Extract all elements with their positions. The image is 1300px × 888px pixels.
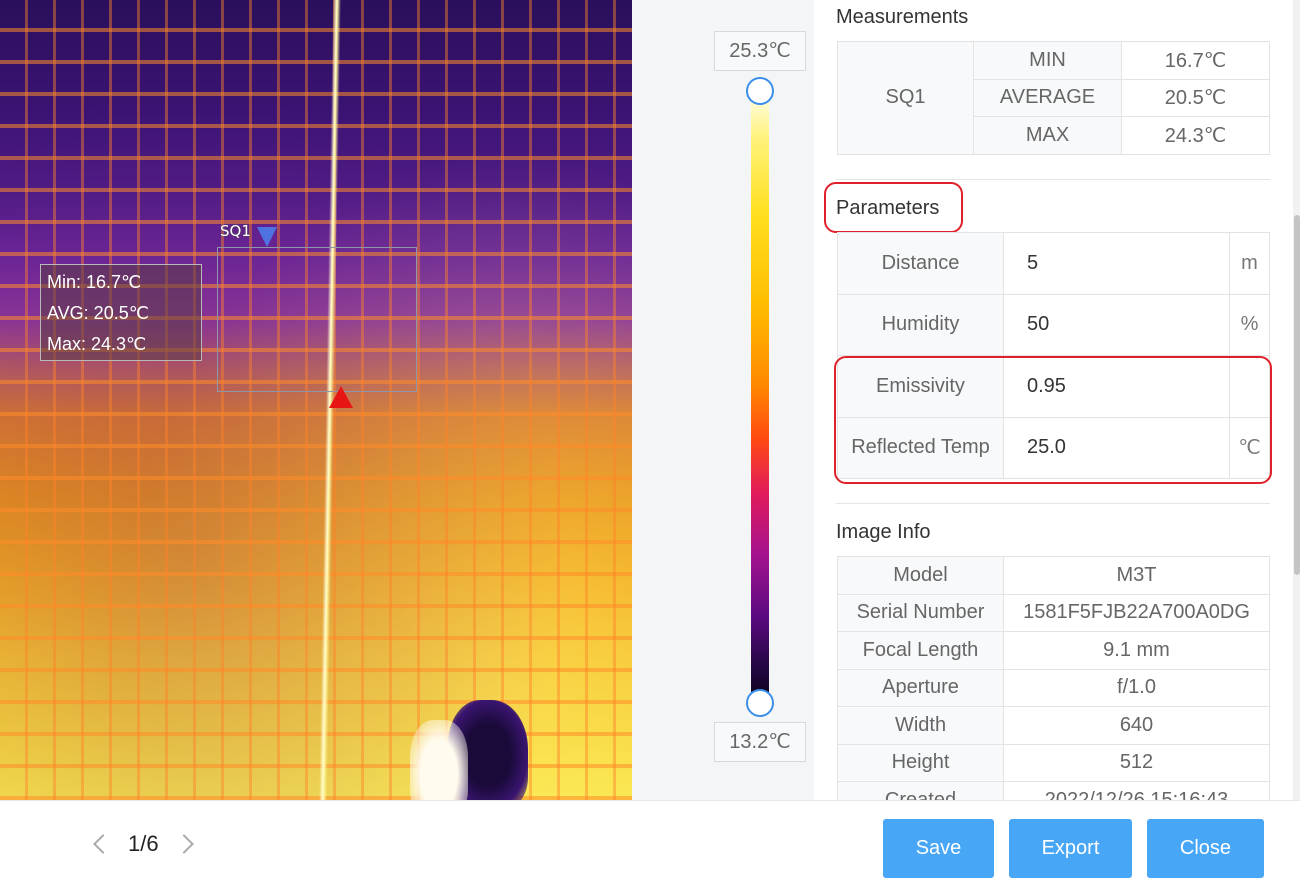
emissivity-reflected-highlight [834, 356, 1272, 484]
measurement-label: MIN [973, 41, 1122, 80]
roi-stat-min: Min: 16.7℃ [47, 272, 142, 292]
parameter-unit: % [1229, 293, 1270, 356]
info-value: M3T [1003, 556, 1270, 595]
roi-stats-overlay: Min: 16.7℃ AVG: 20.5℃ Max: 24.3℃ [40, 264, 202, 361]
scale-max-value: 25.3℃ [714, 31, 806, 71]
panel-scrollbar-thumb[interactable] [1294, 215, 1300, 575]
info-label: Model [837, 556, 1004, 595]
chevron-left-icon[interactable] [93, 834, 113, 854]
scale-max-handle[interactable] [746, 77, 774, 105]
details-panel: Measurements SQ1 MIN 16.7℃ AVERAGE 20.5℃… [814, 0, 1300, 800]
thermal-image[interactable]: SQ1 Min: 16.7℃ AVG: 20.5℃ Max: 24.3℃ [0, 0, 632, 800]
footer-bar: 1/6 Save Export Close [0, 800, 1300, 888]
info-value: 640 [1003, 706, 1270, 745]
table-row: Focal Length 9.1 mm [837, 631, 1270, 670]
info-label: Width [837, 706, 1004, 745]
info-value: 512 [1003, 743, 1270, 782]
measurement-value: 16.7℃ [1121, 41, 1270, 80]
info-value: 2022/12/26 15:16:43 [1003, 781, 1270, 800]
table-row: Aperture f/1.0 [837, 668, 1270, 707]
thermal-grid-vertical [0, 0, 632, 800]
page-indicator: 1/6 [128, 831, 159, 856]
roi-sq1-label: SQ1 [220, 222, 251, 240]
roi-stat-avg: AVG: 20.5℃ [47, 303, 149, 323]
info-label: Created [837, 781, 1004, 800]
parameter-label: Humidity [837, 293, 1004, 356]
hot-spot [410, 720, 468, 800]
parameters-title-highlight [824, 182, 963, 233]
export-button[interactable]: Export [1009, 819, 1132, 878]
chevron-right-icon[interactable] [173, 834, 194, 854]
table-row: Humidity 50 % [837, 293, 1270, 356]
divider [836, 179, 1270, 180]
measurements-table: SQ1 MIN 16.7℃ AVERAGE 20.5℃ MAX 24.3℃ [837, 41, 1270, 155]
info-label: Serial Number [837, 593, 1004, 632]
roi-marker-min-icon [257, 227, 277, 247]
measurement-value: 24.3℃ [1121, 116, 1270, 155]
scale-min-value: 13.2℃ [714, 722, 806, 762]
info-value: f/1.0 [1003, 668, 1270, 707]
info-value: 1581F5FJB22A700A0DG [1003, 593, 1270, 632]
measurement-label: MAX [973, 116, 1122, 155]
table-row: Serial Number 1581F5FJB22A700A0DG [837, 593, 1270, 632]
measurement-value: 20.5℃ [1121, 78, 1270, 117]
divider [836, 503, 1270, 504]
info-label: Focal Length [837, 631, 1004, 670]
image-info-title: Image Info [836, 521, 931, 543]
info-label: Aperture [837, 668, 1004, 707]
table-row: SQ1 MIN 16.7℃ [837, 41, 1270, 155]
image-info-table: Model M3T Serial Number 1581F5FJB22A700A… [837, 556, 1270, 800]
scale-min-handle[interactable] [746, 689, 774, 717]
table-row: Model M3T [837, 556, 1270, 595]
parameter-unit: m [1229, 232, 1270, 295]
color-scale: 25.3℃ 13.2℃ [632, 0, 814, 800]
scale-gradient-bar [751, 90, 769, 702]
parameter-label: Distance [837, 232, 1004, 295]
table-row: Distance 5 m [837, 232, 1270, 295]
humidity-input[interactable]: 50 [1003, 293, 1230, 356]
distance-input[interactable]: 5 [1003, 232, 1230, 295]
table-row: Created 2022/12/26 15:16:43 [837, 781, 1270, 800]
save-button[interactable]: Save [883, 819, 994, 878]
info-value: 9.1 mm [1003, 631, 1270, 670]
measurement-roi: SQ1 [837, 41, 974, 155]
measurement-label: AVERAGE [973, 78, 1122, 117]
close-button[interactable]: Close [1147, 819, 1264, 878]
roi-marker-max-icon [329, 386, 353, 408]
roi-stat-max: Max: 24.3℃ [47, 334, 147, 354]
info-label: Height [837, 743, 1004, 782]
table-row: Width 640 [837, 706, 1270, 745]
measurements-title: Measurements [836, 6, 969, 28]
table-row: Height 512 [837, 743, 1270, 782]
roi-sq1-box[interactable] [217, 247, 417, 392]
pagination: 1/6 [90, 831, 197, 857]
